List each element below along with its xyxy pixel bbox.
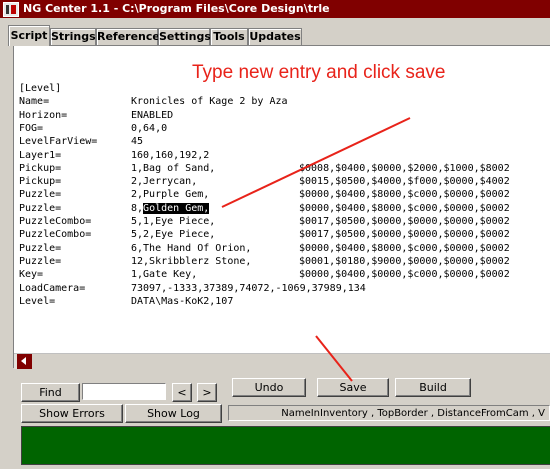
script-flags: $0017,$0500,$0000,$0000,$0000,$0002: [299, 216, 510, 227]
script-value: 5,1,Eye Piece,: [131, 215, 215, 228]
script-value-text: 6,The Hand Of Orion,: [131, 242, 252, 254]
script-key: Puzzle=: [19, 242, 62, 254]
script-key: PuzzleCombo=: [19, 229, 92, 241]
script-key: Key=: [19, 269, 44, 281]
tab-updates[interactable]: Updates: [248, 28, 302, 45]
script-value: 0,64,0: [131, 122, 167, 135]
tab-bar: Script Strings Reference Settings Tools …: [0, 25, 550, 46]
script-flags: $0015,$0500,$4000,$f000,$0000,$4002: [299, 176, 510, 188]
script-key: LoadCamera=: [19, 282, 86, 294]
script-value: Kronicles of Kage 2 by Aza: [131, 95, 288, 108]
app-icon: [3, 2, 19, 17]
script-key: FOG=: [19, 122, 44, 134]
show-log-button[interactable]: Show Log: [125, 404, 222, 423]
annotation-text: Type new entry and click save: [192, 62, 446, 83]
title-bar[interactable]: NG Center 1.1 - C:\Program Files\Core De…: [0, 0, 550, 18]
tab-script[interactable]: Script: [8, 25, 50, 46]
script-value-text: 1,Gate Key,: [131, 269, 198, 281]
script-value-text: 2,Jerrycan,: [131, 176, 198, 188]
script-key: Pickup=: [19, 162, 62, 174]
script-key: Puzzle=: [19, 202, 62, 214]
script-value: 45: [131, 135, 143, 148]
script-value-text: DATA\Mas-KoK2,107: [131, 295, 234, 307]
script-flags: $0017,$0500,$0000,$0000,$0000,$0002: [299, 229, 510, 241]
find-prev-button[interactable]: <: [172, 383, 192, 402]
script-key: Level=: [19, 295, 56, 307]
script-flags: $0000,$0400,$8000,$c000,$0000,$0002: [299, 202, 510, 214]
script-value: DATA\Mas-KoK2,107: [131, 295, 233, 308]
script-value-text: 73097,-1333,37389,74072,-1069,37989,134: [131, 282, 366, 294]
script-value: 2,Jerrycan,: [131, 175, 197, 188]
tab-strings[interactable]: Strings: [50, 28, 96, 45]
script-value: 160,160,192,2: [131, 149, 209, 162]
tab-reference[interactable]: Reference: [96, 28, 160, 45]
script-key: Name=: [19, 96, 50, 108]
script-value-text: 8,: [131, 202, 144, 214]
save-button[interactable]: Save: [317, 378, 389, 397]
script-flags: $0001,$0180,$9000,$0000,$0000,$0002: [299, 255, 510, 267]
script-value-text: 160,160,192,2: [131, 149, 210, 161]
find-next-button[interactable]: >: [197, 383, 217, 402]
script-value: ENABLED: [131, 109, 173, 122]
script-value: 8,Golden Gem,: [131, 202, 210, 215]
script-flags: $0000,$0400,$0000,$c000,$0000,$0002: [299, 269, 510, 281]
script-value-text: 2,Purple Gem,: [131, 189, 210, 201]
syntax-hint-field: NameInInventory , TopBorder , DistanceFr…: [228, 405, 550, 421]
script-value: 5,2,Eye Piece,: [131, 228, 215, 241]
script-value: 1,Gate Key,: [131, 268, 197, 281]
window-title: NG Center 1.1 - C:\Program Files\Core De…: [23, 2, 330, 15]
build-button[interactable]: Build: [395, 378, 471, 397]
script-key: Pickup=: [19, 176, 62, 188]
show-errors-button[interactable]: Show Errors: [21, 404, 123, 423]
script-key: Puzzle=: [19, 255, 62, 267]
script-value: 6,The Hand Of Orion,: [131, 242, 251, 255]
tab-settings[interactable]: Settings: [158, 28, 211, 45]
script-value-text: Kronicles of Kage 2 by Aza: [131, 96, 288, 108]
script-value: 12,Skribblerz Stone,: [131, 255, 251, 268]
script-value: 1,Bag of Sand,: [131, 162, 215, 175]
script-value-text: 5,1,Eye Piece,: [131, 216, 216, 227]
log-panel: [21, 426, 550, 465]
section-header: [Level]: [19, 83, 62, 94]
script-value-text: 12,Skribblerz Stone,: [131, 255, 252, 267]
script-key: PuzzleCombo=: [19, 216, 92, 227]
script-key: Horizon=: [19, 109, 68, 121]
script-value-text: 45: [131, 136, 144, 148]
script-flags: $0000,$0400,$8000,$c000,$0000,$0002: [299, 242, 510, 254]
horizontal-scrollbar[interactable]: [14, 353, 550, 369]
scrollbar-thumb[interactable]: [32, 354, 550, 369]
script-editor[interactable]: Type new entry and click save [Level] Na…: [13, 45, 550, 369]
script-key: Puzzle=: [19, 189, 62, 201]
script-value-text: 1,Bag of Sand,: [131, 162, 216, 174]
scroll-left-arrow-icon[interactable]: [17, 354, 32, 369]
highlighted-entry[interactable]: Golden Gem,: [143, 202, 210, 214]
script-key: Layer1=: [19, 149, 62, 161]
script-value: 73097,-1333,37389,74072,-1069,37989,134: [131, 282, 366, 295]
script-flags: $0000,$0400,$8000,$c000,$0000,$0002: [299, 189, 510, 201]
find-input[interactable]: [82, 383, 166, 400]
tab-tools[interactable]: Tools: [210, 28, 248, 45]
script-flags: $0008,$0400,$0000,$2000,$1000,$8002: [299, 162, 510, 174]
script-text[interactable]: [Level] Name= Kronicles of Kage 2 by Aza H…: [19, 82, 510, 307]
script-value: 2,Purple Gem,: [131, 188, 209, 201]
undo-button[interactable]: Undo: [232, 378, 306, 397]
script-value-text: ENABLED: [131, 109, 174, 121]
find-button[interactable]: Find: [21, 383, 80, 402]
script-value-text: 0,64,0: [131, 122, 168, 134]
script-value-text: 5,2,Eye Piece,: [131, 229, 216, 241]
script-key: LevelFarView=: [19, 136, 98, 148]
